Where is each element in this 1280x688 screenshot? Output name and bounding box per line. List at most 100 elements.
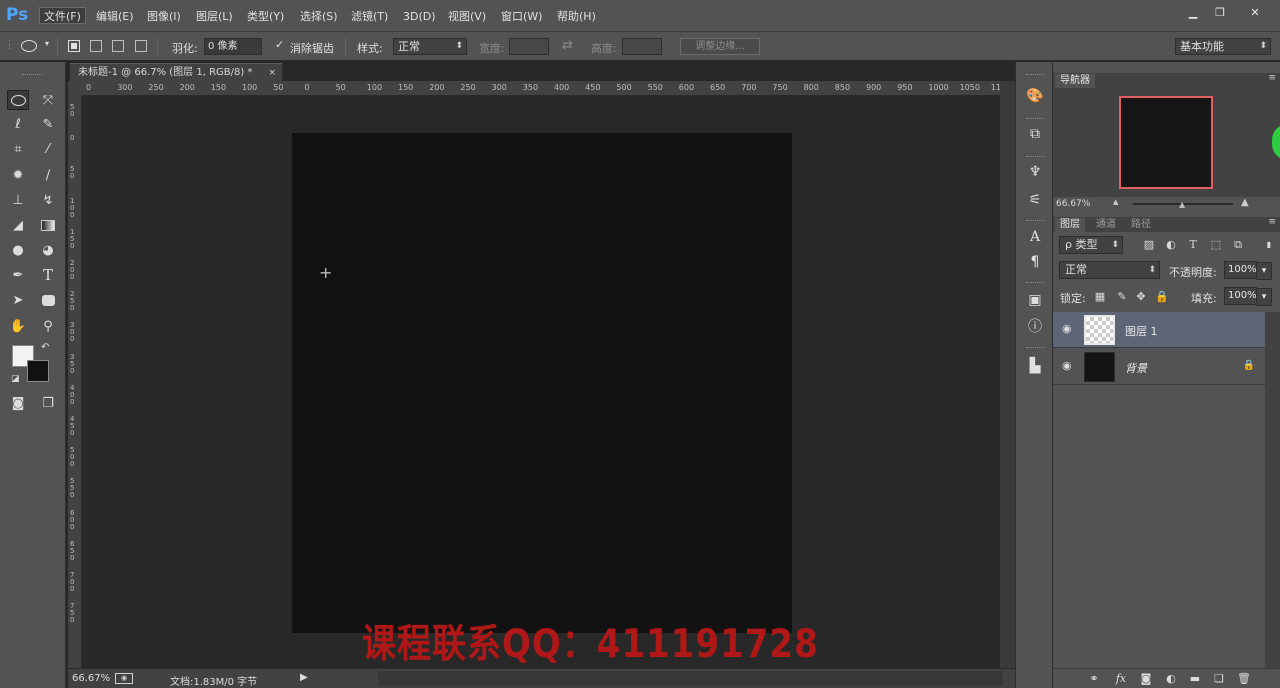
link-layers-icon[interactable]: ⚭: [1086, 672, 1102, 686]
menu-select[interactable]: 选择(S): [296, 8, 342, 25]
navigator-preview[interactable]: [1053, 88, 1280, 198]
paragraph-panel-icon[interactable]: ¶: [1025, 252, 1045, 272]
eyedropper-tool-icon[interactable]: ⁄: [37, 139, 59, 159]
menu-edit[interactable]: 编辑(E): [92, 8, 138, 25]
layer-filter-select[interactable]: ρ 类型: [1059, 236, 1123, 254]
adjustment-layer-icon[interactable]: ◐: [1163, 672, 1179, 686]
filter-shape-icon[interactable]: ⬚: [1209, 238, 1223, 252]
menu-file[interactable]: 文件(F): [39, 7, 86, 24]
menu-image[interactable]: 图像(I): [143, 8, 185, 25]
layer-row[interactable]: ◉ 背景 🔒: [1053, 349, 1265, 385]
crop-tool-icon[interactable]: ⌗: [7, 139, 29, 159]
blur-tool-icon[interactable]: ●: [7, 240, 29, 260]
style-select[interactable]: 正常: [393, 38, 467, 55]
document-canvas[interactable]: [292, 133, 792, 633]
close-document-icon[interactable]: ×: [268, 64, 276, 82]
filter-pixel-icon[interactable]: ▨: [1142, 238, 1156, 252]
color-panel-icon[interactable]: 🎨: [1025, 86, 1045, 106]
filter-type-icon[interactable]: T: [1186, 238, 1200, 252]
menu-help[interactable]: 帮助(H): [553, 8, 600, 25]
restore-button[interactable]: ❐: [1209, 5, 1231, 21]
panel-menu-icon[interactable]: ≡: [1268, 217, 1276, 227]
elliptical-marquee-preset-icon[interactable]: [21, 40, 37, 52]
spot-healing-tool-icon[interactable]: ✹: [7, 165, 29, 185]
hand-tool-icon[interactable]: ✋: [7, 316, 29, 336]
info-panel-icon[interactable]: ⓘ: [1025, 317, 1045, 337]
feather-input[interactable]: 0 像素: [204, 38, 262, 55]
dodge-tool-icon[interactable]: ◕: [37, 240, 59, 260]
layers-scrollbar[interactable]: [1265, 312, 1280, 668]
swap-icon[interactable]: ⇄: [562, 38, 573, 53]
height-input[interactable]: [622, 38, 662, 55]
layer-style-icon[interactable]: fx: [1113, 672, 1129, 686]
panel-menu-icon[interactable]: ≡: [1268, 73, 1276, 83]
ruler-origin[interactable]: [68, 81, 82, 96]
navigator-view-box[interactable]: [1119, 96, 1213, 189]
zoom-slider-knob[interactable]: ▲: [1179, 200, 1185, 209]
visibility-eye-icon[interactable]: ◉: [1062, 359, 1072, 372]
tab-layers[interactable]: 图层: [1055, 218, 1085, 232]
opacity-input[interactable]: 100%: [1224, 261, 1272, 280]
add-selection-icon[interactable]: [90, 40, 102, 52]
swap-colors-icon[interactable]: ↶: [41, 342, 49, 353]
lock-all-icon[interactable]: 🔒: [1155, 290, 1169, 304]
preset-dropdown-icon[interactable]: ▾: [45, 39, 49, 48]
width-input[interactable]: [509, 38, 549, 55]
fill-input[interactable]: 100%: [1224, 287, 1272, 306]
vertical-ruler[interactable]: 5005010015020025030035040045050055060065…: [68, 96, 82, 668]
layer-thumbnail[interactable]: [1084, 352, 1115, 382]
menu-layer[interactable]: 图层(L): [192, 8, 237, 25]
vertical-scrollbar[interactable]: [1000, 81, 1015, 668]
brush-tool-icon[interactable]: ∕: [37, 165, 59, 185]
work-area[interactable]: + 课程联系QQ：411191728: [82, 96, 1000, 668]
move-tool-icon[interactable]: ⤧: [37, 90, 59, 110]
zoom-tool-icon[interactable]: ⚲: [37, 316, 59, 336]
filter-toggle-icon[interactable]: ▮: [1262, 238, 1276, 252]
document-tab[interactable]: 未标题-1 @ 66.7% (图层 1, RGB/8) * ×: [70, 63, 282, 81]
screen-mode-icon[interactable]: ❐: [37, 393, 59, 413]
filter-smart-object-icon[interactable]: ⧉: [1231, 238, 1245, 252]
antialias-checkbox[interactable]: ✓: [275, 38, 284, 51]
brush-presets-icon[interactable]: ♆: [1025, 162, 1045, 182]
new-selection-icon[interactable]: [68, 40, 80, 52]
lock-transparent-icon[interactable]: ▦: [1093, 290, 1107, 304]
blend-mode-select[interactable]: 正常: [1059, 261, 1160, 279]
menu-window[interactable]: 窗口(W): [497, 8, 546, 25]
delete-layer-icon[interactable]: 🗑: [1236, 672, 1252, 686]
horizontal-ruler[interactable]: 0 300 250 200 150 100 50 0 50 100 150 200 250 300 350 4…: [82, 81, 1000, 96]
history-brush-tool-icon[interactable]: ↯: [37, 190, 59, 210]
elliptical-marquee-tool-icon[interactable]: [7, 90, 29, 110]
subtract-selection-icon[interactable]: [112, 40, 124, 52]
clone-stamp-tool-icon[interactable]: ⊥: [7, 190, 29, 210]
layer-row[interactable]: ◉ 图层 1: [1053, 312, 1265, 348]
eraser-tool-icon[interactable]: ◢: [7, 215, 29, 235]
zoom-out-icon[interactable]: ▲: [1113, 198, 1118, 206]
background-color-swatch[interactable]: [27, 360, 49, 382]
refine-edge-button[interactable]: 调整边缘...: [680, 38, 760, 55]
history-panel-icon[interactable]: ⧉: [1025, 124, 1045, 144]
quick-mask-icon[interactable]: ◙: [7, 393, 29, 413]
status-menu-arrow-icon[interactable]: ▶: [300, 672, 308, 683]
zoom-in-icon[interactable]: ▲: [1241, 197, 1249, 208]
tab-paths[interactable]: 路径: [1126, 218, 1156, 231]
pen-tool-icon[interactable]: ✒: [7, 265, 29, 285]
zoom-level[interactable]: 66.67%: [72, 673, 110, 684]
menu-type[interactable]: 类型(Y): [243, 8, 288, 25]
character-panel-icon[interactable]: A: [1025, 227, 1045, 247]
histogram-panel-icon[interactable]: ▙: [1025, 356, 1045, 376]
menu-filter[interactable]: 滤镜(T): [347, 8, 392, 25]
menu-3d[interactable]: 3D(D): [399, 8, 440, 25]
new-group-icon[interactable]: ▬: [1187, 672, 1203, 686]
tab-navigator[interactable]: 导航器: [1055, 74, 1095, 88]
lasso-tool-icon[interactable]: ℓ: [7, 114, 29, 134]
path-selection-tool-icon[interactable]: ➤: [7, 290, 29, 310]
layer-thumbnail[interactable]: [1084, 315, 1115, 345]
navigator-zoom-value[interactable]: 66.67%: [1056, 199, 1090, 209]
close-button[interactable]: ✕: [1244, 5, 1266, 21]
layer-name[interactable]: 背景: [1125, 360, 1147, 376]
lock-image-icon[interactable]: ✎: [1115, 290, 1129, 304]
workspace-select[interactable]: 基本功能: [1175, 38, 1271, 55]
rectangle-tool-icon[interactable]: [37, 290, 59, 310]
intersect-selection-icon[interactable]: [135, 40, 147, 52]
status-preview-icon[interactable]: ◉: [115, 673, 133, 684]
